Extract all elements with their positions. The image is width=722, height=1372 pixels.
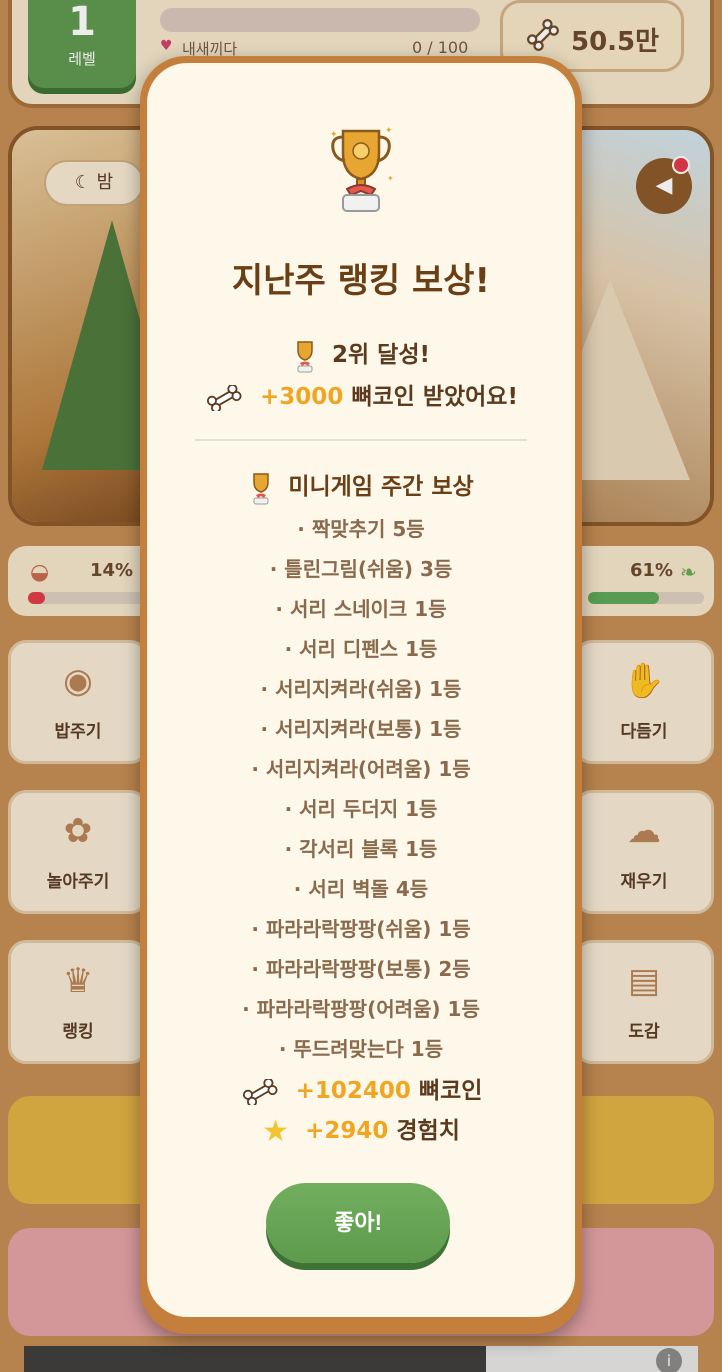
bone-icon bbox=[206, 384, 242, 411]
dialog-body: ✦ ✦ ✦ 지난주 랭킹 보상! 2위 달성! +3000 뼈코인 받았어요! … bbox=[147, 63, 575, 1317]
rank-list-item: · 서리 두더지 1등 bbox=[284, 797, 438, 821]
rank-list-item: · 서리 디펜스 1등 bbox=[284, 637, 438, 661]
rank-list-item: · 서리지켜라(어려움) 1등 bbox=[251, 757, 471, 781]
rank-list-item: · 각서리 블록 1등 bbox=[284, 837, 438, 861]
rank-list-item: · 서리지켜라(쉬움) 1등 bbox=[260, 677, 462, 701]
bone-icon bbox=[242, 1078, 278, 1105]
total-xp-reward: ★ +2940 경험치 bbox=[147, 1111, 575, 1149]
trophy-icon bbox=[297, 340, 313, 372]
total-coin-label: 뼈코인 bbox=[418, 1078, 483, 1104]
dialog-title: 지난주 랭킹 보상! bbox=[231, 261, 491, 301]
rank-list-item: · 파라라락팡팡(쉬움) 1등 bbox=[251, 917, 471, 941]
rank-list-item: · 서리 벽돌 4등 bbox=[293, 877, 429, 901]
svg-text:✦: ✦ bbox=[330, 130, 338, 140]
rank-list-item: · 틀린그림(쉬움) 3등 bbox=[269, 557, 453, 581]
trophy-icon: ✦ ✦ ✦ bbox=[330, 126, 394, 212]
star-icon: ★ bbox=[262, 1114, 290, 1149]
reward-amount: +3000 bbox=[260, 384, 344, 410]
svg-text:✦: ✦ bbox=[385, 126, 393, 136]
section-title-text: 미니게임 주간 보상 bbox=[288, 474, 474, 500]
divider bbox=[195, 439, 527, 441]
rank-reward: +3000 뼈코인 받았어요! bbox=[147, 377, 575, 411]
confirm-button[interactable]: 좋아! bbox=[266, 1183, 450, 1263]
rank-list-item: · 서리지켜라(보통) 1등 bbox=[260, 717, 462, 741]
rank-list-item: · 뚜드려맞는다 1등 bbox=[278, 1037, 444, 1061]
rank-text: 2위 달성! bbox=[332, 342, 430, 368]
minigame-rank-list: · 짝맞추기 5등 · 틀린그림(쉬움) 3등 · 서리 스네이크 1등 · 서리 디… bbox=[147, 509, 575, 1069]
svg-text:✦: ✦ bbox=[387, 174, 394, 183]
rank-achievement: 2위 달성! bbox=[147, 335, 575, 373]
total-coin-reward: +102400 뼈코인 bbox=[147, 1071, 575, 1105]
trophy-icon bbox=[253, 472, 270, 504]
total-xp-amount: +2940 bbox=[305, 1118, 389, 1144]
total-coin-amount: +102400 bbox=[295, 1078, 411, 1104]
rank-list-item: · 파라라락팡팡(보통) 2등 bbox=[251, 957, 471, 981]
reward-text: 뼈코인 받았어요! bbox=[351, 384, 518, 410]
rank-list-item: · 짝맞추기 5등 bbox=[297, 517, 425, 541]
minigame-section-title: 미니게임 주간 보상 bbox=[147, 467, 575, 505]
rank-list-item: · 파라라락팡팡(어려움) 1등 bbox=[242, 997, 480, 1021]
ranking-reward-dialog: ✦ ✦ ✦ 지난주 랭킹 보상! 2위 달성! +3000 뼈코인 받았어요! … bbox=[140, 56, 582, 1334]
rank-list-item: · 서리 스네이크 1등 bbox=[275, 597, 447, 621]
total-xp-label: 경험치 bbox=[396, 1118, 460, 1144]
